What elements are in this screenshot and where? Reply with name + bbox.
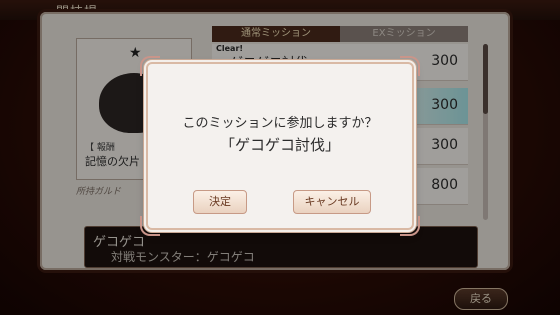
ornament-corner [140,56,160,76]
ornament-corner [400,216,420,236]
dialog-mission-name: 「ゲコゲコ討伐」 [219,136,340,154]
ornament-corner [400,56,420,76]
cancel-button[interactable]: キャンセル [293,190,371,214]
ornament-corner [140,216,160,236]
confirm-dialog: このミッションに参加しますか？ 「ゲコゲコ討伐」 決定 キャンセル [140,56,420,236]
confirm-button[interactable]: 決定 [193,190,247,214]
dialog-question: このミッションに参加しますか？ [182,116,378,131]
